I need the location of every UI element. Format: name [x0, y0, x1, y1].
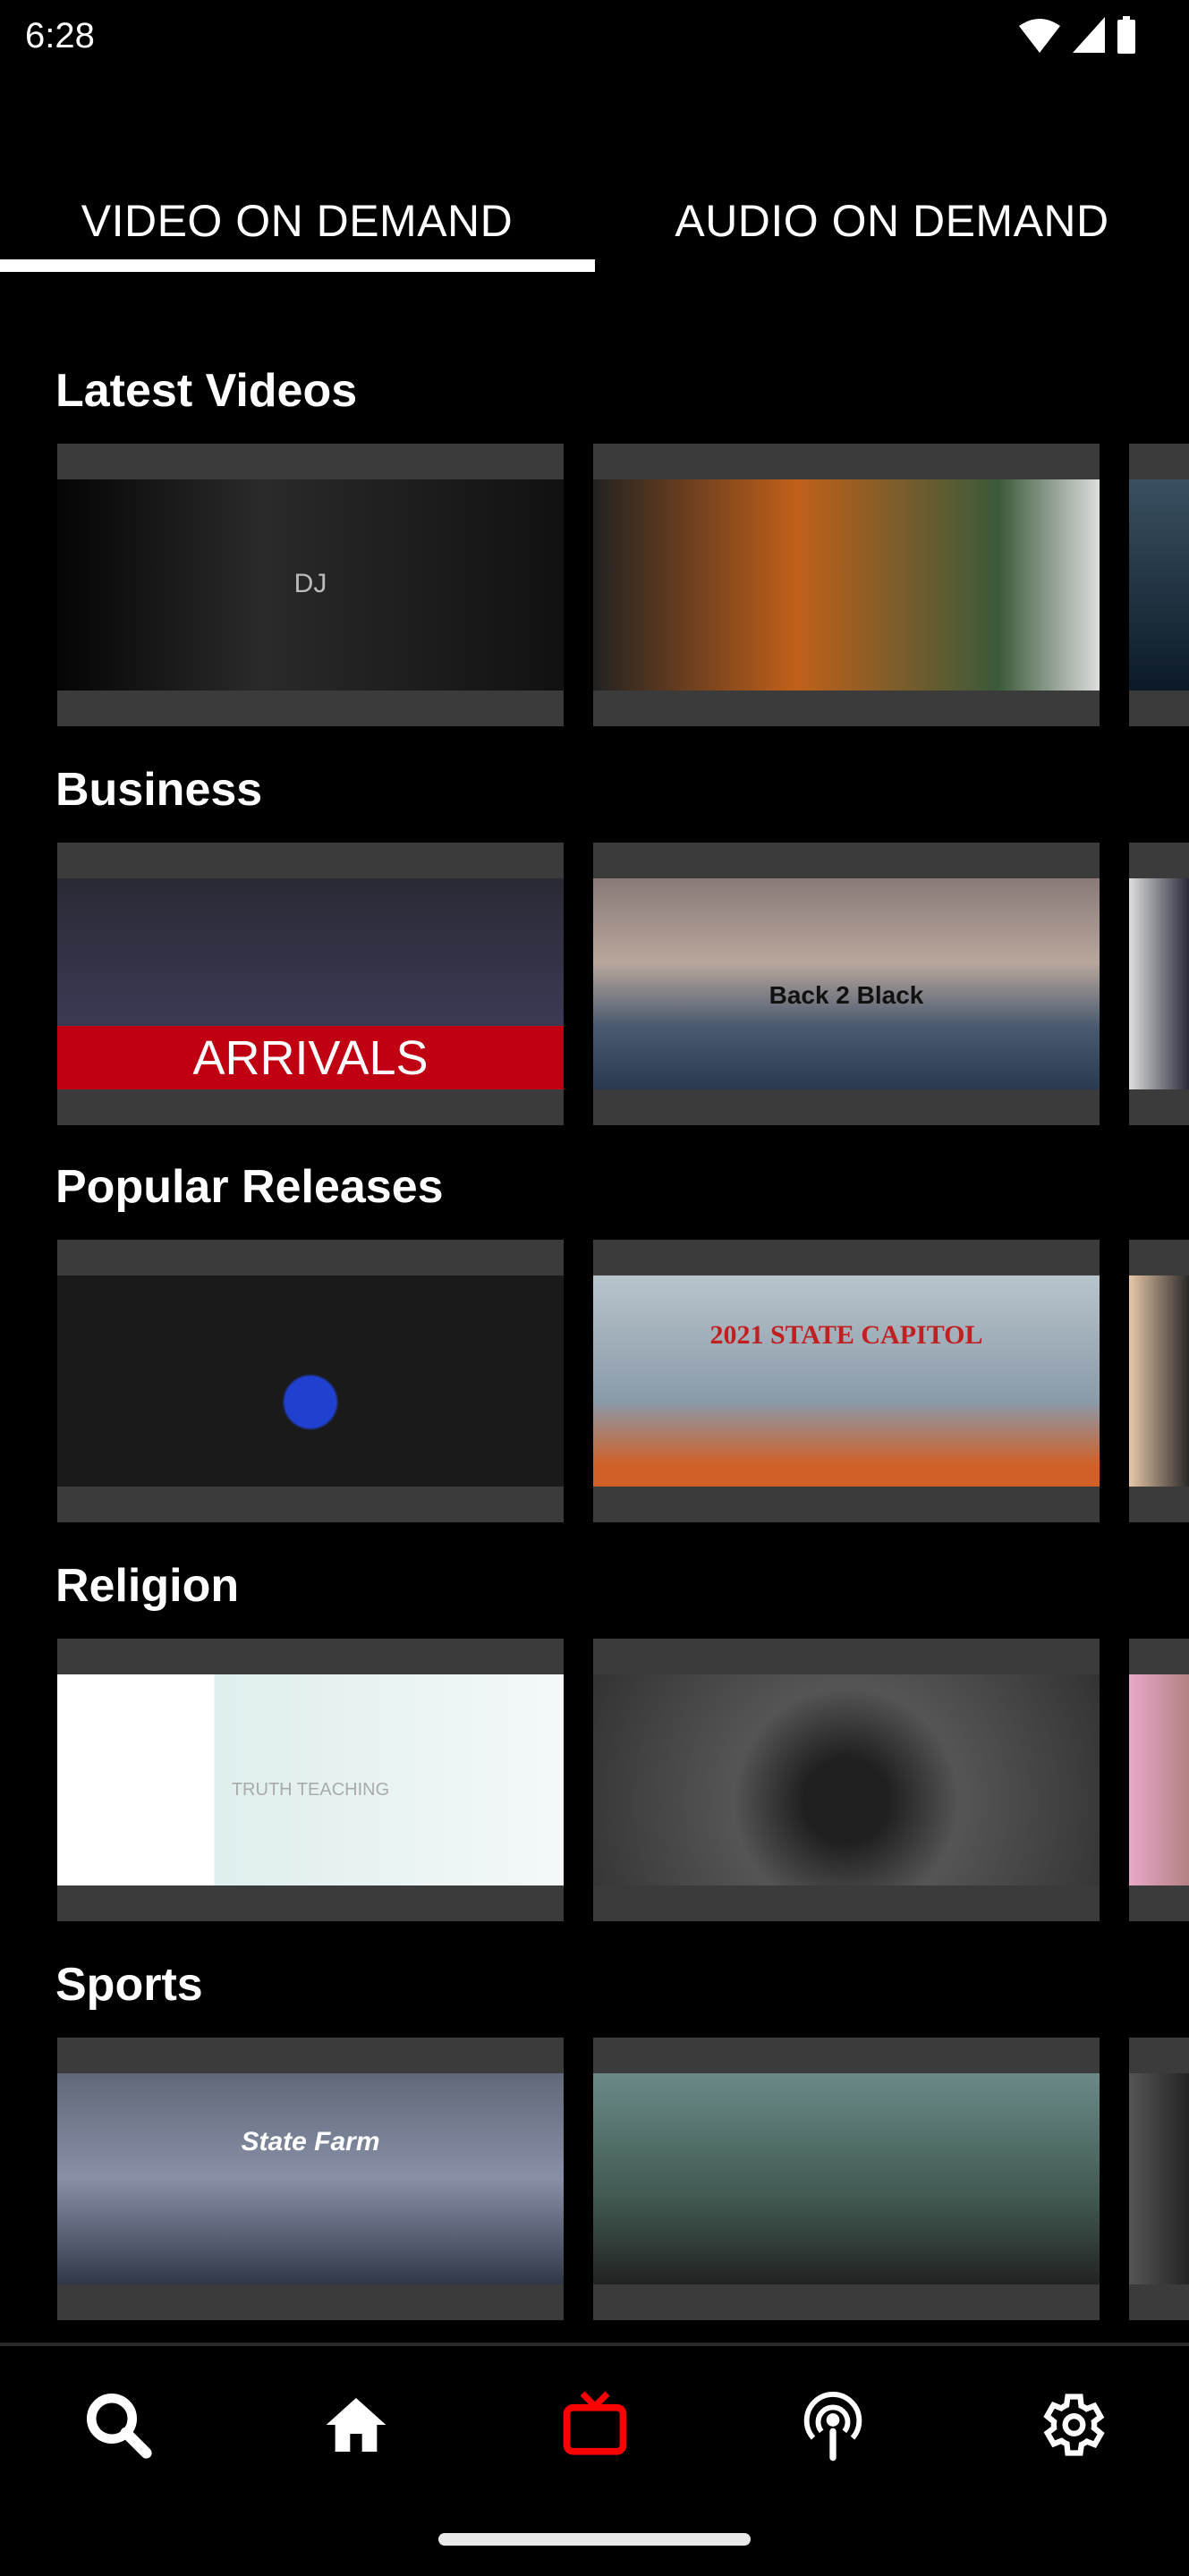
video-card[interactable]	[1129, 2038, 1189, 2320]
nav-search-button[interactable]	[78, 2385, 158, 2465]
video-card[interactable]	[1129, 1639, 1189, 1921]
section-title: Popular Releases	[55, 1161, 444, 1213]
video-thumbnail	[1129, 878, 1189, 1089]
home-indicator[interactable]	[438, 2533, 751, 2546]
section-title: Latest Videos	[55, 365, 358, 417]
video-card[interactable]	[1129, 1240, 1189, 1522]
video-carousel[interactable]: 2021 STATE CAPITOL	[57, 1240, 1189, 1522]
nav-settings-button[interactable]	[1031, 2385, 1111, 2465]
video-thumbnail: State Farm	[57, 2073, 564, 2284]
search-icon	[87, 2394, 152, 2459]
video-card[interactable]	[593, 2038, 1100, 2320]
video-card[interactable]: State Farm	[57, 2038, 564, 2320]
section-title: Religion	[55, 1560, 240, 1612]
video-card[interactable]	[1129, 843, 1189, 1125]
video-thumbnail	[593, 2073, 1100, 2284]
nav-podcast-button[interactable]	[793, 2385, 873, 2465]
video-thumbnail	[57, 1275, 564, 1487]
video-thumbnail	[1129, 1674, 1189, 1885]
section-title: Sports	[55, 1959, 203, 2011]
video-carousel[interactable]: State Farm	[57, 2038, 1189, 2320]
video-thumbnail: TRUTH TEACHING	[57, 1674, 564, 1885]
video-thumbnail: Back 2 Black	[593, 878, 1100, 1089]
video-thumbnail	[1129, 1275, 1189, 1487]
thumbnail-caption: TRUTH TEACHING	[231, 1780, 390, 1800]
video-carousel[interactable]: DJ	[57, 444, 1189, 726]
thumbnail-caption: ARRIVALS	[192, 1031, 429, 1085]
home-icon	[326, 2398, 386, 2452]
tab-audio-on-demand[interactable]: AUDIO ON DEMAND	[595, 195, 1189, 247]
video-thumbnail: 2021 STATE CAPITOL	[593, 1275, 1100, 1487]
video-card[interactable]	[57, 1240, 564, 1522]
status-time: 6:28	[25, 16, 95, 55]
video-thumbnail: DJ	[57, 479, 564, 691]
video-thumbnail	[1129, 479, 1189, 691]
section-title: Business	[55, 764, 263, 816]
tv-icon	[563, 2391, 627, 2455]
tab-video-on-demand[interactable]: VIDEO ON DEMAND	[0, 195, 594, 247]
video-card[interactable]: TRUTH TEACHING	[57, 1639, 564, 1921]
status-icons	[1019, 16, 1135, 54]
wifi-icon	[1019, 19, 1060, 53]
video-card[interactable]: DJ	[57, 444, 564, 726]
video-card[interactable]: ARRIVALS	[57, 843, 564, 1125]
thumbnail-caption: State Farm	[241, 2127, 380, 2157]
video-thumbnail	[593, 1674, 1100, 1885]
nav-home-button[interactable]	[316, 2385, 396, 2465]
battery-icon	[1117, 16, 1135, 54]
video-card[interactable]	[1129, 444, 1189, 726]
video-card[interactable]: Back 2 Black	[593, 843, 1100, 1125]
video-card[interactable]	[593, 444, 1100, 726]
video-thumbnail: ARRIVALS	[57, 878, 564, 1089]
video-thumbnail	[1129, 2073, 1189, 2284]
thumbnail-caption: Back 2 Black	[769, 981, 924, 1009]
settings-icon	[1043, 2394, 1105, 2456]
podcast-icon	[803, 2392, 862, 2462]
active-tab-indicator	[0, 259, 595, 272]
video-card[interactable]	[593, 1639, 1100, 1921]
video-card[interactable]: 2021 STATE CAPITOL	[593, 1240, 1100, 1522]
bottom-nav-divider	[0, 2343, 1189, 2346]
video-thumbnail	[593, 479, 1100, 691]
video-carousel[interactable]: TRUTH TEACHING	[57, 1639, 1189, 1921]
signal-icon	[1073, 17, 1105, 53]
thumbnail-caption: DJ	[293, 569, 327, 598]
video-carousel[interactable]: ARRIVALS Back 2 Black	[57, 843, 1189, 1125]
nav-tv-button[interactable]	[555, 2385, 635, 2465]
thumbnail-caption: 2021 STATE CAPITOL	[709, 1320, 983, 1350]
